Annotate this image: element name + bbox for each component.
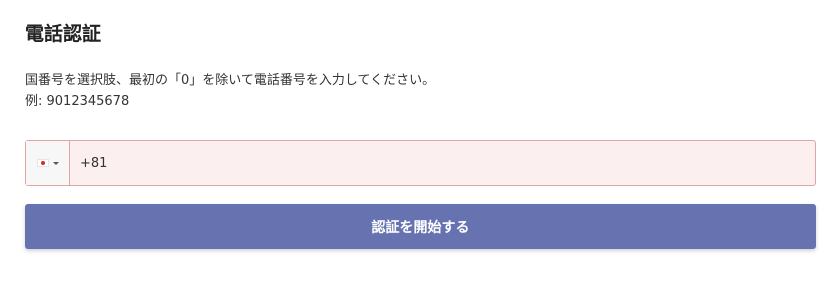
instructions-example: 例: 9012345678: [25, 94, 130, 109]
jp-flag-icon: [36, 159, 49, 167]
instructions-text: 国番号を選択肢、最初の「0」を除いて電話番号を入力してください。: [25, 73, 436, 88]
page-title: 電話認証: [25, 23, 102, 45]
start-verification-button[interactable]: 認証を開始する: [25, 204, 816, 249]
chevron-down-icon: [52, 161, 59, 165]
phone-verification-page: 電話認証 国番号を選択肢、最初の「0」を除いて電話番号を入力してください。 例:…: [0, 0, 840, 295]
country-code-dropdown[interactable]: [26, 141, 70, 185]
phone-input-group: [25, 140, 816, 186]
phone-number-input[interactable]: [70, 141, 815, 185]
instructions: 国番号を選択肢、最初の「0」を除いて電話番号を入力してください。 例: 9012…: [25, 70, 435, 112]
